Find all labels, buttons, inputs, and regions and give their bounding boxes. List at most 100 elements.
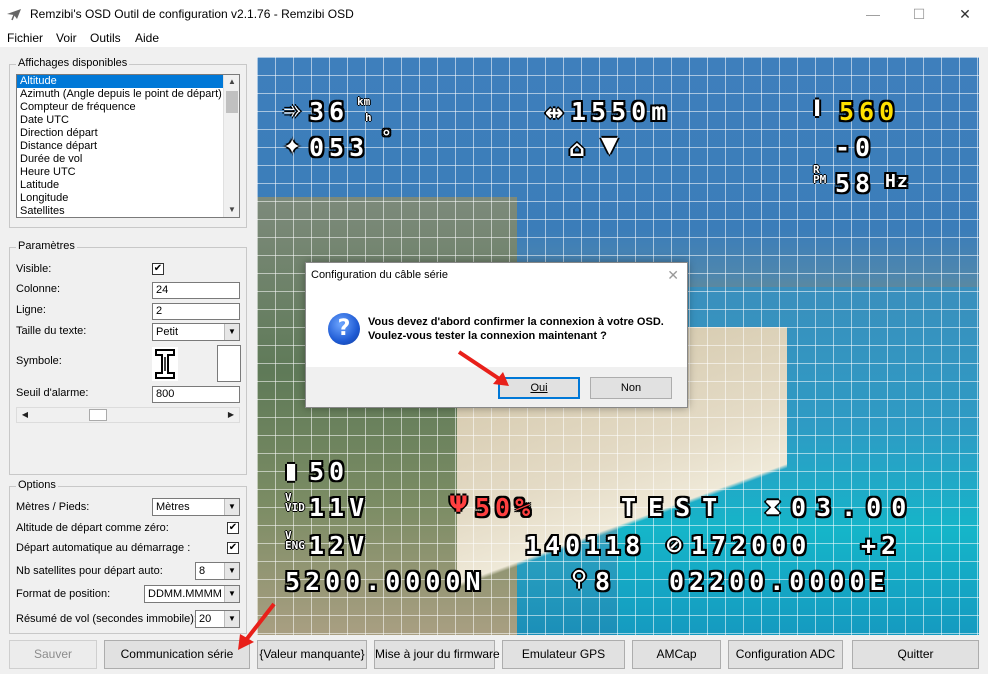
firmware-update-button[interactable]: Mise à jour du firmware <box>374 640 500 669</box>
colonne-label: Colonne: <box>16 283 61 295</box>
annotation-arrow-icon <box>238 602 276 650</box>
chevron-down-icon[interactable]: ▼ <box>224 563 239 579</box>
list-item[interactable]: Distance départ <box>17 140 239 153</box>
format-select[interactable]: DDMM.MMMM ▼ <box>144 585 240 603</box>
list-item[interactable]: Compteur de fréquence <box>17 101 239 114</box>
list-item[interactable]: Longitude <box>17 192 239 205</box>
menu-fichier[interactable]: Fichier <box>7 31 43 45</box>
ligne-label: Ligne: <box>16 304 46 316</box>
dialog-message: Vous devez d'abord confirmer la connexio… <box>368 315 664 343</box>
visible-checkbox[interactable]: ✔ <box>152 263 164 275</box>
osd-date: 140118 <box>525 531 646 560</box>
signal-antenna-icon: Ψ <box>449 493 468 518</box>
list-item[interactable]: Durée de vol <box>17 153 239 166</box>
taille-select[interactable]: Petit ▼ <box>152 323 240 341</box>
osd-rpm: 58 <box>835 169 876 198</box>
serial-communication-button[interactable]: Communication série <box>104 640 250 669</box>
metres-value: Mètres <box>156 501 190 513</box>
taille-label: Taille du texte: <box>16 325 87 337</box>
satellite-icon: ⚲ <box>571 567 588 592</box>
osd-eng-voltage: 12V <box>309 531 370 560</box>
osd-degree: ° <box>381 127 397 148</box>
title-bar: Remzibi's OSD Outil de configuration v2.… <box>0 0 988 28</box>
speed-arrow-icon: ➾ <box>283 99 302 124</box>
list-item[interactable]: Heure UTC <box>17 166 239 179</box>
affichages-listbox[interactable]: Altitude Azimuth (Angle depuis le point d… <box>16 74 240 218</box>
dialog-message-line1: Vous devez d'abord confirmer la connexio… <box>368 316 664 328</box>
visible-label: Visible: <box>16 263 52 275</box>
hourglass-icon: ⧗ <box>765 495 781 520</box>
dialog-title: Configuration du câble série <box>311 269 448 281</box>
format-value: DDMM.MMMM <box>148 588 222 600</box>
symbole-label: Symbole: <box>16 355 62 367</box>
quit-button[interactable]: Quitter <box>852 640 979 669</box>
seuil-input[interactable]: 800 <box>152 386 240 403</box>
resume-label: Résumé de vol (secondes immobile): <box>16 613 197 625</box>
affichages-group-title: Affichages disponibles <box>16 57 130 69</box>
app-icon <box>7 9 21 21</box>
window-title: Remzibi's OSD Outil de configuration v2.… <box>30 7 354 21</box>
battery-icon: ▮ <box>285 459 298 484</box>
vid-label-icon: V VID <box>285 491 305 514</box>
maximize-button[interactable]: ☐ <box>896 0 942 28</box>
colonne-input[interactable]: 24 <box>152 282 240 299</box>
list-item[interactable]: Azimuth (Angle depuis le point de départ… <box>17 88 239 101</box>
altitude-zero-checkbox[interactable]: ✔ <box>227 522 239 534</box>
nb-sat-label: Nb satellites pour départ auto: <box>16 565 163 577</box>
nb-sat-value: 8 <box>199 565 206 577</box>
altitude-symbol-icon <box>152 347 178 381</box>
format-label: Format de position: <box>16 588 111 600</box>
close-button[interactable]: ✕ <box>942 0 988 28</box>
list-item[interactable]: Satellites <box>17 205 239 217</box>
amcap-button[interactable]: AMCap <box>632 640 721 669</box>
chevron-down-icon[interactable]: ▼ <box>224 324 239 340</box>
symbol-preview[interactable] <box>217 345 241 382</box>
menu-aide[interactable]: Aide <box>135 31 159 45</box>
save-button[interactable]: Sauver <box>9 640 97 669</box>
scroll-left-icon[interactable]: ◀ <box>17 408 33 422</box>
no-button[interactable]: Non <box>590 377 672 399</box>
osd-speed-unit-top: km <box>357 95 371 108</box>
altitude-icon: Ⅰ <box>813 97 822 122</box>
seuil-label: Seuil d'alarme: <box>16 387 89 399</box>
yes-button-label: Oui <box>530 382 548 394</box>
clock-icon: ⊘ <box>665 533 684 558</box>
annotation-arrow-icon <box>457 350 509 386</box>
list-item[interactable]: Altitude <box>17 75 239 88</box>
scroll-right-icon[interactable]: ▶ <box>223 408 239 422</box>
gps-emulator-button[interactable]: Emulateur GPS <box>502 640 625 669</box>
options-group-title: Options <box>16 479 58 491</box>
distance-icon: ⇹ <box>545 101 564 126</box>
osd-time: 172000 <box>691 531 812 560</box>
dialog-message-line2: Voulez-vous tester la connexion maintena… <box>368 330 607 342</box>
ligne-input[interactable]: 2 <box>152 303 240 320</box>
chevron-down-icon[interactable]: ▼ <box>224 499 239 515</box>
osd-longitude: 02200.0000E <box>669 567 890 596</box>
scroll-down-icon[interactable]: ▼ <box>224 203 239 217</box>
osd-timezone: +2 <box>861 531 902 560</box>
list-item[interactable]: Date UTC <box>17 114 239 127</box>
list-item[interactable]: Direction départ <box>17 127 239 140</box>
scroll-up-icon[interactable]: ▲ <box>224 75 239 89</box>
altitude-zero-label: Altitude de départ comme zéro: <box>16 522 169 534</box>
scroll-thumb[interactable] <box>226 91 238 113</box>
list-item[interactable]: Latitude <box>17 179 239 192</box>
home-icon: ⌂ <box>569 137 585 162</box>
rpm-label-icon: R PM <box>813 163 827 186</box>
heading-icon: ✦ <box>283 135 302 160</box>
hscroll-thumb[interactable] <box>89 409 107 421</box>
nb-sat-select[interactable]: 8 ▼ <box>195 562 240 580</box>
metres-select[interactable]: Mètres ▼ <box>152 498 240 516</box>
osd-signal: 50% <box>475 493 536 522</box>
osd-vid-voltage: 11V <box>309 493 370 522</box>
eng-label-icon: V ENG <box>285 529 305 552</box>
minimize-button[interactable]: — <box>850 0 896 28</box>
listbox-scrollbar[interactable]: ▲ ▼ <box>223 75 239 217</box>
parametres-hscrollbar[interactable]: ◀ ▶ <box>16 407 240 423</box>
osd-rpm-unit: Hz <box>885 171 909 192</box>
adc-config-button[interactable]: Configuration ADC <box>728 640 843 669</box>
menu-voir[interactable]: Voir <box>56 31 77 45</box>
dialog-close-icon[interactable]: ✕ <box>667 267 679 284</box>
menu-outils[interactable]: Outils <box>90 31 121 45</box>
depart-auto-checkbox[interactable]: ✔ <box>227 542 239 554</box>
